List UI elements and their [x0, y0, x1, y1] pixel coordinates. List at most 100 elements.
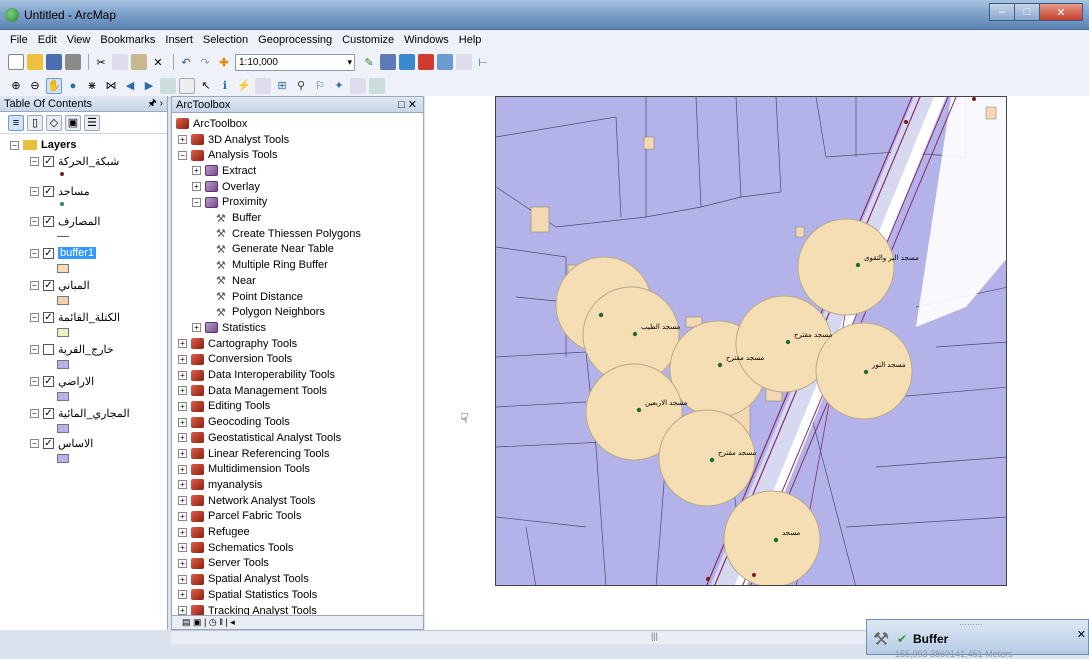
tree-item[interactable]: + Editing Tools [178, 399, 270, 414]
layer-row[interactable]: − ✓ المباني [30, 278, 90, 292]
list-by-visibility-icon[interactable]: ◇ [46, 114, 62, 131]
clear-selection-icon[interactable] [179, 77, 195, 94]
delete-icon[interactable]: ✕ [150, 54, 166, 70]
auto-hide-pin-icon[interactable]: 🖈 › [148, 96, 163, 112]
layer-row[interactable]: − ✓ المجاري_المائية [30, 406, 130, 420]
notification-close-icon[interactable]: ✕ [1077, 628, 1086, 641]
layer-row[interactable]: − ✓ شبكة_الحركة [30, 154, 119, 168]
copy-icon[interactable] [112, 54, 128, 70]
layers-root[interactable]: − Layers [10, 138, 76, 152]
layer-row[interactable]: − ✓ الاساس [30, 436, 93, 450]
collapse-icon[interactable]: − [30, 438, 39, 448]
collapse-icon[interactable]: − [178, 150, 187, 160]
layer-row[interactable]: − ✓ buffer1 [30, 246, 97, 260]
scroll-thumb-grip[interactable]: ||| [651, 631, 658, 641]
menu-customize[interactable]: Customize [342, 34, 394, 46]
arctoolbox-root[interactable]: ArcToolbox [176, 116, 247, 131]
layer-visibility-checkbox[interactable] [43, 343, 54, 355]
collapse-icon[interactable]: − [30, 216, 39, 226]
time-slider-icon[interactable] [350, 77, 366, 94]
menu-file[interactable]: File [10, 34, 28, 46]
layer-visibility-checkbox[interactable]: ✓ [43, 311, 54, 323]
layer-row[interactable]: − ✓ الكتلة_القائمة [30, 310, 120, 324]
undo-icon[interactable]: ↶ [178, 54, 194, 70]
expand-icon[interactable]: + [192, 166, 201, 176]
list-by-drawing-order-icon[interactable]: ≡ [8, 114, 24, 131]
tree-item[interactable]: + Spatial Statistics Tools [178, 587, 317, 602]
collapse-icon[interactable]: − [30, 248, 39, 258]
expand-icon[interactable]: + [192, 182, 201, 192]
layer-visibility-checkbox[interactable]: ✓ [43, 407, 54, 419]
layer-visibility-checkbox[interactable]: ✓ [43, 437, 54, 449]
tree-item[interactable]: − Analysis Tools [178, 148, 278, 163]
zoom-out-icon[interactable]: ⊖ [27, 78, 43, 94]
collapse-icon[interactable]: − [30, 156, 39, 166]
collapse-icon[interactable]: − [10, 140, 19, 150]
tree-item[interactable]: + Conversion Tools [178, 352, 292, 367]
list-by-source-icon[interactable]: ▯ [27, 114, 43, 131]
minimize-button[interactable]: – [989, 3, 1015, 21]
arctoolbox-tabs[interactable]: ▤ ▣ | ◷ ‖ | ◂ [172, 615, 423, 629]
maximize-button[interactable]: □ [1014, 3, 1040, 21]
select-features-icon[interactable] [160, 77, 176, 94]
layer-visibility-checkbox[interactable]: ✓ [43, 185, 54, 197]
layer-visibility-checkbox[interactable]: ✓ [43, 279, 54, 291]
expand-icon[interactable]: + [178, 558, 187, 568]
menu-view[interactable]: View [67, 34, 91, 46]
print-icon[interactable] [65, 54, 81, 70]
menu-selection[interactable]: Selection [203, 34, 248, 46]
tree-item[interactable]: + Geostatistical Analyst Tools [178, 430, 341, 445]
python-window-icon[interactable] [437, 54, 453, 70]
hyperlink-icon[interactable]: ⚡ [236, 78, 252, 94]
tree-item[interactable]: + Spatial Analyst Tools [178, 572, 309, 587]
tree-item[interactable]: + Overlay [192, 179, 260, 194]
html-popup-icon[interactable] [255, 77, 271, 94]
expand-icon[interactable]: + [178, 386, 187, 396]
table-of-contents-window-icon[interactable] [380, 54, 396, 70]
tree-item[interactable]: ⚒ Create Thiessen Polygons [216, 226, 361, 241]
expand-icon[interactable]: + [178, 543, 187, 553]
menu-help[interactable]: Help [459, 34, 482, 46]
layer-row[interactable]: − ✓ مساجد [30, 184, 90, 198]
layer-visibility-checkbox[interactable]: ✓ [43, 375, 54, 387]
tree-item[interactable]: + Server Tools [178, 556, 269, 571]
tree-item[interactable]: ⚒ Point Distance [216, 289, 303, 304]
arctoolbox-window-icon[interactable] [418, 54, 434, 70]
modelbuilder-icon[interactable]: ⊢ [475, 54, 491, 70]
menu-bookmarks[interactable]: Bookmarks [100, 34, 155, 46]
tree-item[interactable]: +3D Analyst Tools [178, 132, 289, 147]
tree-item[interactable]: + Geocoding Tools [178, 415, 290, 430]
collapse-icon[interactable]: − [192, 197, 201, 207]
expand-icon[interactable]: + [178, 449, 187, 458]
expand-icon[interactable]: + [178, 401, 187, 411]
go-to-xy-icon[interactable]: ✦ [331, 78, 347, 94]
open-folder-icon[interactable] [27, 54, 43, 70]
collapse-icon[interactable]: − [30, 344, 39, 354]
map-view[interactable]: مسجد البر والتقوى مسجد الطيب مسجد مقترح مسج… [425, 96, 1089, 630]
tree-item[interactable]: + Linear Referencing Tools [178, 446, 329, 461]
catalog-window-icon[interactable] [399, 54, 415, 70]
layer-visibility-checkbox[interactable]: ✓ [43, 247, 54, 259]
layer-visibility-checkbox[interactable]: ✓ [43, 155, 54, 167]
tree-item[interactable]: + Data Management Tools [178, 383, 327, 398]
arctoolbox-close-icon[interactable]: □ ✕ [398, 97, 417, 113]
editor-toolbar-icon[interactable]: ✎ [361, 54, 377, 70]
expand-icon[interactable]: + [178, 574, 187, 584]
expand-icon[interactable]: + [178, 135, 187, 144]
find-route-icon[interactable]: ⚐ [312, 78, 328, 94]
tree-item[interactable]: + Schematics Tools [178, 540, 293, 555]
redo-icon[interactable]: ↷ [197, 54, 213, 70]
collapse-icon[interactable]: − [30, 408, 39, 418]
tree-item[interactable]: + Cartography Tools [178, 336, 297, 351]
expand-icon[interactable]: + [178, 496, 187, 506]
tree-item[interactable]: + Refugee [178, 525, 250, 540]
expand-icon[interactable]: + [178, 433, 187, 443]
layer-row[interactable]: − ✓ المصارف [30, 214, 100, 228]
tree-item[interactable]: ⚒ Buffer [216, 211, 261, 226]
find-icon[interactable]: ⚲ [293, 78, 309, 94]
layer-visibility-checkbox[interactable]: ✓ [43, 215, 54, 227]
expand-icon[interactable]: + [178, 480, 187, 490]
expand-icon[interactable]: + [178, 339, 187, 349]
layer-row[interactable]: − ✓ الاراضي [30, 374, 94, 388]
collapse-icon[interactable]: − [30, 280, 39, 290]
